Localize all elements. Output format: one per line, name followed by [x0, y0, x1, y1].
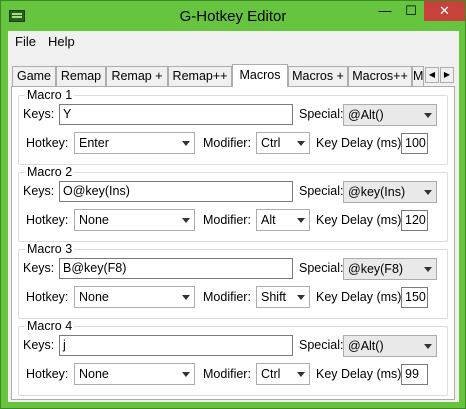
keys-label: Keys: [23, 261, 55, 275]
key-delay-input[interactable]: 99 [401, 364, 428, 385]
key-delay-label: Key Delay (ms): [316, 367, 405, 381]
chevron-down-icon [297, 295, 305, 300]
title-bar[interactable]: G-Hotkey Editor — ☐ ✕ [1, 1, 465, 31]
macros-panel: Macro 1 Keys: Y Special: @Alt() Hotkey: … [11, 86, 455, 400]
modifier-select[interactable]: Alt [256, 209, 310, 231]
keys-input[interactable]: O@key(Ins) [59, 181, 293, 202]
tab-macros-plus[interactable]: Macros + [288, 66, 348, 86]
modifier-label: Modifier: [203, 290, 251, 304]
client-area: File Help Game Remap Remap + Remap++ Mac… [8, 31, 459, 402]
hotkey-label: Hotkey: [26, 290, 69, 304]
macro-title: Macro 3 [25, 242, 75, 256]
keys-input[interactable]: Y [59, 104, 293, 125]
hotkey-value: None [79, 290, 109, 304]
modifier-value: Alt [261, 213, 276, 227]
key-delay-input[interactable]: 120 [401, 210, 428, 231]
chevron-down-icon [424, 267, 432, 272]
modifier-select[interactable]: Shift [256, 286, 310, 308]
modifier-value: Ctrl [261, 136, 281, 150]
key-delay-label: Key Delay (ms): [316, 136, 405, 150]
hotkey-select[interactable]: None [74, 286, 195, 308]
special-select[interactable]: @key(Ins) [343, 181, 437, 203]
macro-title: Macro 2 [25, 165, 75, 179]
special-label: Special: [299, 261, 344, 275]
macro-group-2: Macro 2 Keys: O@key(Ins) Special: @key(I… [18, 165, 448, 242]
special-select[interactable]: @Alt() [343, 335, 437, 357]
key-delay-label: Key Delay (ms): [316, 290, 405, 304]
key-delay-label: Key Delay (ms): [316, 213, 405, 227]
macro-title: Macro 4 [25, 319, 75, 333]
modifier-label: Modifier: [203, 136, 251, 150]
tab-strip: Game Remap Remap + Remap++ Macros Macros… [8, 64, 459, 87]
menu-bar: File Help [8, 31, 459, 51]
tab-remap-plus[interactable]: Remap + [106, 66, 168, 86]
chevron-down-icon [297, 372, 305, 377]
hotkey-label: Hotkey: [26, 213, 69, 227]
macro-group-1: Macro 1 Keys: Y Special: @Alt() Hotkey: … [18, 88, 448, 165]
key-delay-input[interactable]: 150 [401, 287, 428, 308]
minimize-button[interactable]: — [372, 1, 398, 21]
hotkey-select[interactable]: None [74, 363, 195, 385]
hotkey-select[interactable]: Enter [74, 132, 195, 154]
chevron-down-icon [182, 141, 190, 146]
special-label: Special: [299, 107, 344, 121]
tab-overflow[interactable]: M [412, 66, 424, 86]
hotkey-select[interactable]: None [74, 209, 195, 231]
hotkey-value: Enter [79, 136, 109, 150]
close-button[interactable]: ✕ [424, 1, 465, 21]
special-value: @Alt() [348, 339, 384, 353]
maximize-button[interactable]: ☐ [398, 1, 424, 21]
modifier-label: Modifier: [203, 367, 251, 381]
chevron-down-icon [297, 218, 305, 223]
modifier-select[interactable]: Ctrl [256, 132, 310, 154]
key-delay-input[interactable]: 100 [401, 133, 428, 154]
tab-game[interactable]: Game [12, 66, 56, 86]
modifier-value: Shift [261, 290, 287, 304]
chevron-down-icon [424, 344, 432, 349]
special-select[interactable]: @Alt() [343, 104, 437, 126]
chevron-down-icon [182, 295, 190, 300]
modifier-select[interactable]: Ctrl [256, 363, 310, 385]
tab-macros[interactable]: Macros [232, 64, 288, 87]
tab-scroll-right-icon[interactable]: ▶ [440, 67, 454, 83]
chevron-down-icon [424, 113, 432, 118]
special-select[interactable]: @key(F8) [343, 258, 437, 280]
chevron-down-icon [297, 141, 305, 146]
macro-group-4: Macro 4 Keys: j Special: @Alt() Hotkey: … [18, 319, 448, 396]
chevron-down-icon [182, 218, 190, 223]
keys-label: Keys: [23, 107, 55, 121]
tab-scroll-left-icon[interactable]: ◀ [425, 67, 439, 83]
macro-title: Macro 1 [25, 88, 75, 102]
hotkey-value: None [79, 213, 109, 227]
menu-help[interactable]: Help [48, 34, 75, 49]
chevron-down-icon [424, 190, 432, 195]
modifier-label: Modifier: [203, 213, 251, 227]
hotkey-label: Hotkey: [26, 136, 69, 150]
hotkey-label: Hotkey: [26, 367, 69, 381]
keys-label: Keys: [23, 184, 55, 198]
chevron-down-icon [182, 372, 190, 377]
tab-remap[interactable]: Remap [56, 66, 106, 86]
tab-remap-plusplus[interactable]: Remap++ [168, 66, 232, 86]
special-label: Special: [299, 338, 344, 352]
app-window: G-Hotkey Editor — ☐ ✕ File Help Game Rem… [0, 0, 466, 409]
special-value: @Alt() [348, 108, 384, 122]
modifier-value: Ctrl [261, 367, 281, 381]
keys-input[interactable]: B@key(F8) [59, 258, 293, 279]
macro-group-3: Macro 3 Keys: B@key(F8) Special: @key(F8… [18, 242, 448, 319]
keys-input[interactable]: j [59, 335, 293, 356]
keys-label: Keys: [23, 338, 55, 352]
special-value: @key(F8) [348, 262, 404, 276]
special-label: Special: [299, 184, 344, 198]
hotkey-value: None [79, 367, 109, 381]
special-value: @key(Ins) [348, 185, 406, 199]
menu-file[interactable]: File [15, 34, 36, 49]
tab-macros-plusplus[interactable]: Macros++ [348, 66, 412, 86]
